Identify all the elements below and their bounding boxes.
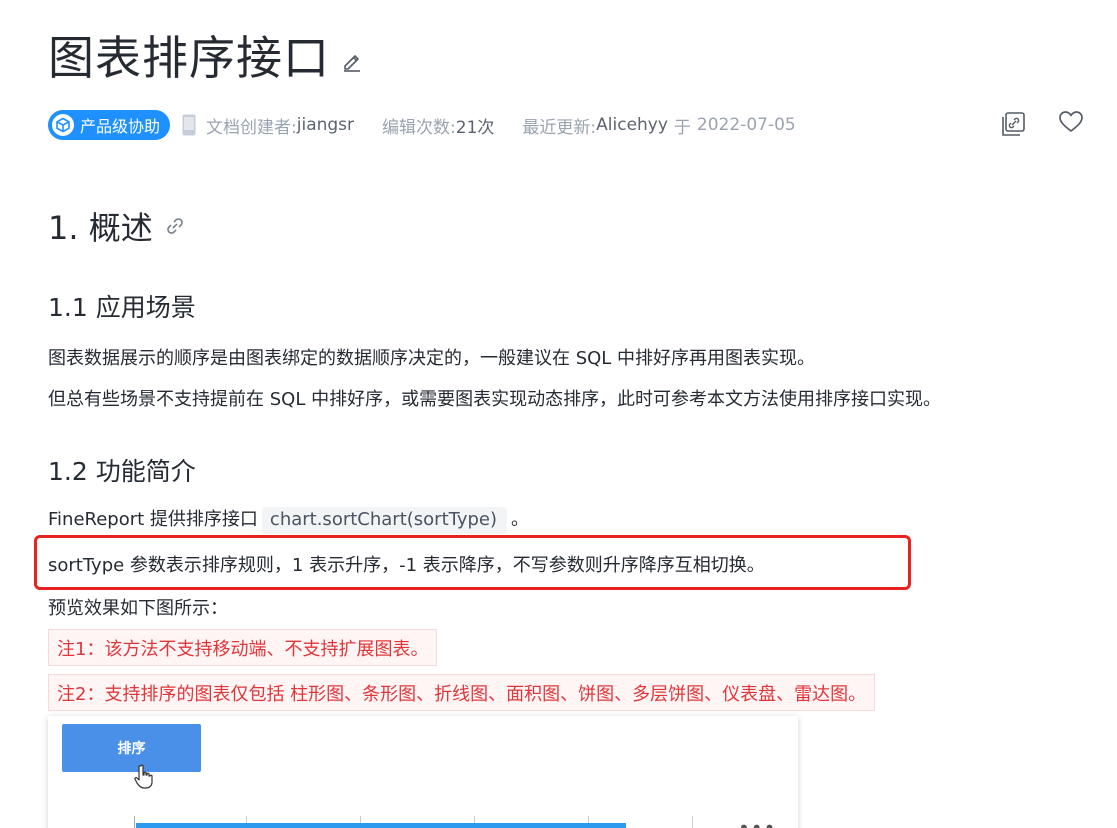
section-heading-scenario: 1.1 应用场景	[48, 293, 196, 322]
edits-value: 21次	[455, 117, 495, 138]
highlight-annotation-box	[34, 535, 911, 590]
paragraph-3-prefix: FineReport 提供排序接口	[48, 509, 258, 530]
paragraph-5: 预览效果如下图所示：	[48, 598, 228, 619]
section-heading-overview: 1. 概述	[48, 209, 153, 247]
updated-date: 2022-07-05	[696, 115, 796, 135]
paragraph-3-suffix: 。	[511, 509, 529, 530]
page-title: 图表排序接口	[48, 31, 330, 85]
note-2: 注2：支持排序的图表仅包括 柱形图、条形图、折线图、面积图、饼图、多层饼图、仪表…	[48, 674, 876, 711]
edit-pencil-icon[interactable]	[341, 50, 363, 72]
updated-on-label: 于	[673, 117, 691, 138]
section-heading-features: 1.2 功能简介	[48, 457, 196, 486]
chart-tick	[692, 816, 693, 828]
link-anchor-icon[interactable]	[165, 216, 185, 236]
product-assist-badge[interactable]: 产品级协助	[48, 110, 171, 140]
preview-image: 排序 •••	[48, 716, 798, 828]
edits-label: 编辑次数:	[382, 117, 456, 138]
updated-label: 最近更新:	[522, 117, 597, 138]
creator-value[interactable]: jiangsr	[297, 115, 354, 135]
chart-axis	[134, 816, 135, 828]
hand-cursor-icon	[134, 764, 153, 789]
paragraph-2: 但总有些场景不支持提前在 SQL 中排好序，或需要图表实现动态排序，此时可参考本…	[48, 389, 942, 410]
badge-label: 产品级协助	[80, 117, 161, 136]
paragraph-1: 图表数据展示的顺序是由图表绑定的数据顺序决定的，一般建议在 SQL 中排好序再用…	[48, 348, 816, 369]
meta-row: 产品级协助 文档创建者: jiangsr 编辑次数: 21次 最近更新: Ali…	[48, 110, 796, 140]
chart-bar	[136, 823, 626, 828]
copy-link-icon[interactable]	[1000, 111, 1026, 137]
sort-button[interactable]: 排序	[62, 724, 201, 772]
inline-code: chart.sortChart(sortType)	[261, 507, 507, 534]
creator-label: 文档创建者:	[206, 117, 297, 138]
note-1: 注1：该方法不支持移动端、不支持扩展图表。	[48, 629, 438, 666]
cube-icon	[52, 114, 74, 136]
paragraph-3: FineReport 提供排序接口 chart.sortChart(sortTyp…	[48, 505, 529, 534]
heart-favorite-icon[interactable]	[1058, 110, 1084, 134]
updated-user[interactable]: Alicehyy	[596, 115, 668, 135]
phone-icon	[182, 114, 196, 136]
more-menu[interactable]: •••	[738, 816, 776, 828]
